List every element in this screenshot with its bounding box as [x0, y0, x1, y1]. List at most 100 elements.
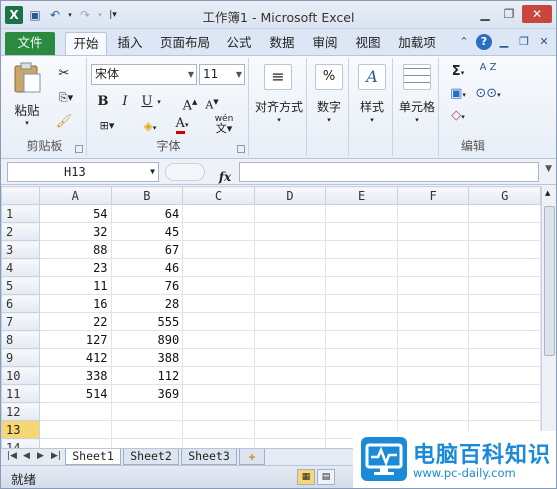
- close-icon[interactable]: ✕: [522, 5, 552, 23]
- cell[interactable]: 388: [110, 348, 184, 367]
- cell[interactable]: [182, 384, 255, 403]
- cell[interactable]: [38, 420, 112, 439]
- cell[interactable]: [110, 402, 184, 421]
- column-header-c[interactable]: C: [182, 186, 255, 205]
- sheet-tab-2[interactable]: Sheet2: [123, 449, 179, 465]
- cell-table[interactable]: A B C D E F G 1 54 64 2 32 45 3 88 67 4 23 46 5 11 76 6…: [1, 186, 541, 448]
- copy-icon[interactable]: ⎘▾: [53, 88, 79, 108]
- phonetic-guide-icon[interactable]: wén 文▾: [209, 114, 239, 134]
- cell[interactable]: [253, 204, 327, 223]
- cell[interactable]: [468, 348, 541, 367]
- cell[interactable]: [325, 258, 398, 277]
- cell[interactable]: [253, 330, 327, 349]
- cell[interactable]: [182, 222, 255, 241]
- doc-minimize-icon[interactable]: ▁: [496, 34, 512, 50]
- cell[interactable]: [182, 330, 255, 349]
- tab-insert[interactable]: 插入: [111, 32, 149, 55]
- clipboard-launcher-icon[interactable]: [75, 145, 83, 153]
- cell[interactable]: [182, 204, 255, 223]
- cell[interactable]: [253, 366, 327, 385]
- tab-file[interactable]: 文件: [5, 32, 55, 55]
- row-header[interactable]: 2: [1, 222, 40, 241]
- cell[interactable]: [182, 366, 255, 385]
- cell[interactable]: [325, 240, 398, 259]
- cut-icon[interactable]: ✂: [53, 64, 75, 84]
- cell[interactable]: [253, 420, 327, 439]
- tab-home[interactable]: 开始: [65, 32, 107, 55]
- formula-input[interactable]: [239, 162, 539, 182]
- cell[interactable]: [253, 294, 327, 313]
- cell[interactable]: [396, 258, 470, 277]
- alignment-button[interactable]: ≡: [263, 64, 293, 92]
- row-header[interactable]: 5: [1, 276, 40, 295]
- cell[interactable]: [325, 294, 398, 313]
- cell[interactable]: [468, 276, 541, 295]
- select-all-corner[interactable]: [1, 186, 40, 205]
- cell[interactable]: 88: [38, 240, 112, 259]
- cell[interactable]: 54: [38, 204, 112, 223]
- group-number[interactable]: % 数字 ▾: [309, 58, 349, 156]
- underline-button[interactable]: U: [139, 92, 155, 112]
- clear-button[interactable]: ◇▾: [445, 106, 471, 126]
- cell[interactable]: [182, 240, 255, 259]
- cell[interactable]: 32: [38, 222, 112, 241]
- insert-sheet-icon[interactable]: ✚: [239, 449, 265, 465]
- next-sheet-icon[interactable]: ▶: [37, 451, 44, 461]
- cell[interactable]: 11: [38, 276, 112, 295]
- number-button[interactable]: %: [314, 64, 344, 92]
- cell[interactable]: 369: [110, 384, 184, 403]
- tab-data[interactable]: 数据: [263, 32, 301, 55]
- cell[interactable]: [325, 312, 398, 331]
- scroll-up-icon[interactable]: ▲: [545, 189, 550, 197]
- cell[interactable]: [325, 204, 398, 223]
- cell[interactable]: [468, 240, 541, 259]
- cell[interactable]: [468, 312, 541, 331]
- insert-function-icon[interactable]: fx: [219, 170, 231, 184]
- row-header[interactable]: 13: [1, 420, 40, 439]
- group-styles[interactable]: A 样式 ▾: [351, 58, 393, 156]
- minimize-icon[interactable]: ▁: [474, 5, 496, 23]
- expand-formula-icon[interactable]: ▼: [545, 164, 552, 174]
- cell[interactable]: [253, 348, 327, 367]
- cell[interactable]: [468, 402, 541, 421]
- row-header[interactable]: 4: [1, 258, 40, 277]
- scroll-thumb[interactable]: [544, 206, 555, 356]
- help-icon[interactable]: ?: [476, 34, 492, 50]
- cell[interactable]: 45: [110, 222, 184, 241]
- cell[interactable]: [110, 420, 184, 439]
- cell[interactable]: [396, 204, 470, 223]
- cell[interactable]: 46: [110, 258, 184, 277]
- cell[interactable]: [396, 330, 470, 349]
- row-header[interactable]: 7: [1, 312, 40, 331]
- tab-addins[interactable]: 加载项: [393, 32, 441, 55]
- cell[interactable]: [468, 330, 541, 349]
- borders-icon[interactable]: ⊞▾: [95, 116, 119, 136]
- cell[interactable]: [182, 258, 255, 277]
- cells-button[interactable]: [402, 64, 432, 92]
- cell[interactable]: 67: [110, 240, 184, 259]
- bold-button[interactable]: B: [95, 92, 111, 112]
- cell[interactable]: 338: [38, 366, 112, 385]
- group-alignment[interactable]: ≡ 对齐方式 ▾: [251, 58, 307, 156]
- last-sheet-icon[interactable]: ▶|: [51, 451, 61, 461]
- sheet-tab-1[interactable]: Sheet1: [65, 449, 121, 465]
- cell[interactable]: [253, 384, 327, 403]
- cell[interactable]: [182, 348, 255, 367]
- cell[interactable]: [468, 222, 541, 241]
- row-header[interactable]: 11: [1, 384, 40, 403]
- name-box[interactable]: H13 ▼: [7, 162, 159, 182]
- row-header[interactable]: 3: [1, 240, 40, 259]
- paste-dropdown-icon[interactable]: ▾: [7, 119, 47, 127]
- cell[interactable]: 28: [110, 294, 184, 313]
- underline-dropdown-icon[interactable]: ▾: [155, 92, 163, 112]
- cell[interactable]: [325, 330, 398, 349]
- cell[interactable]: [182, 294, 255, 313]
- cell[interactable]: [38, 438, 112, 448]
- cell[interactable]: [253, 222, 327, 241]
- minimize-ribbon-icon[interactable]: ⌃: [456, 34, 472, 50]
- cell[interactable]: 555: [110, 312, 184, 331]
- font-size-select[interactable]: 11 ▼: [199, 64, 245, 85]
- tab-view[interactable]: 视图: [349, 32, 387, 55]
- cell[interactable]: [325, 384, 398, 403]
- cell[interactable]: [253, 402, 327, 421]
